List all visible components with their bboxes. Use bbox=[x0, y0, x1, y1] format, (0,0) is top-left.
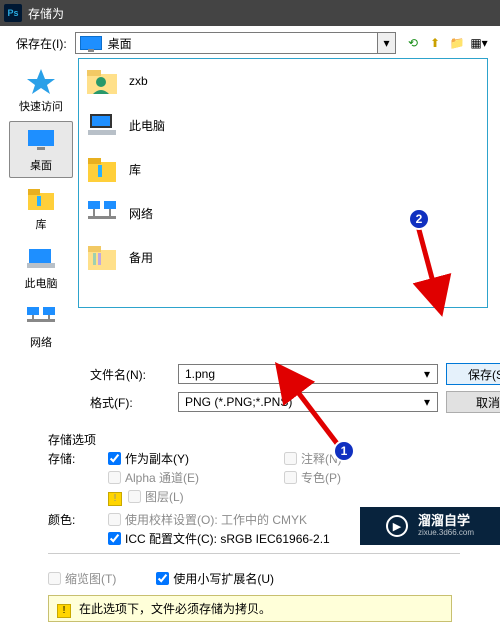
place-label: 库 bbox=[36, 216, 47, 232]
watermark: ▶ 溜溜自学 zixue.3d66.com bbox=[360, 507, 500, 545]
warning-icon: ! bbox=[57, 604, 71, 618]
location-value: 桌面 bbox=[108, 35, 132, 52]
place-this-pc[interactable]: 此电脑 bbox=[9, 239, 73, 296]
star-icon bbox=[25, 67, 57, 95]
list-item[interactable]: 库 bbox=[79, 147, 487, 191]
nav-toolbar: ⟲ ⬆ 📁 ▦▾ bbox=[404, 34, 488, 52]
chevron-down-icon[interactable]: ▾ bbox=[377, 33, 395, 53]
library-icon bbox=[25, 185, 57, 213]
item-label: 此电脑 bbox=[129, 117, 165, 134]
chevron-down-icon[interactable]: ▾ bbox=[419, 395, 435, 409]
location-combo[interactable]: 桌面 ▾ bbox=[75, 32, 396, 54]
layers-checkbox: ! 图层(L) bbox=[108, 488, 284, 505]
chevron-down-icon[interactable]: ▾ bbox=[419, 367, 435, 381]
item-label: zxb bbox=[129, 74, 148, 88]
list-item[interactable]: 此电脑 bbox=[79, 103, 487, 147]
this-pc-icon bbox=[85, 108, 119, 142]
location-label: 保存在(I): bbox=[16, 35, 67, 52]
pc-icon bbox=[25, 244, 57, 272]
divider bbox=[48, 553, 460, 554]
spot-checkbox: 专色(P) bbox=[284, 469, 460, 486]
watermark-url: zixue.3d66.com bbox=[418, 529, 474, 538]
misc-options: 缩览图(T) 使用小写扩展名(U) bbox=[0, 570, 500, 587]
place-label: 快速访问 bbox=[19, 98, 63, 114]
filename-value: 1.png bbox=[185, 367, 215, 381]
view-menu-icon[interactable]: ▦▾ bbox=[470, 34, 488, 52]
filename-input[interactable]: 1.png ▾ bbox=[178, 364, 438, 384]
cancel-button[interactable]: 取消 bbox=[446, 391, 500, 413]
file-list[interactable]: zxb 此电脑 库 网络 备用 bbox=[78, 58, 488, 308]
as-copy-checkbox[interactable]: 作为副本(Y) bbox=[108, 450, 284, 467]
thumbnail-label: 缩览图(T) bbox=[65, 570, 116, 587]
watermark-brand: 溜溜自学 bbox=[418, 514, 474, 528]
network-icon bbox=[25, 303, 57, 331]
options-heading: 存储选项 bbox=[48, 431, 460, 448]
app-icon: Ps bbox=[4, 4, 22, 22]
play-icon: ▶ bbox=[386, 515, 408, 537]
item-label: 备用 bbox=[129, 249, 153, 266]
titlebar: Ps 存储为 bbox=[0, 0, 500, 26]
place-label: 桌面 bbox=[30, 157, 52, 173]
back-icon[interactable]: ⟲ bbox=[404, 34, 422, 52]
save-button[interactable]: 保存(S) bbox=[446, 363, 500, 385]
file-fields: 文件名(N): 1.png ▾ 保存(S) 格式(F): PNG (*.PNG;… bbox=[0, 355, 500, 421]
monitor-icon bbox=[25, 126, 57, 154]
list-item[interactable]: 备用 bbox=[79, 235, 487, 279]
item-label: 网络 bbox=[129, 205, 153, 222]
warning-icon: ! bbox=[108, 492, 122, 506]
thumbnail-checkbox: 缩览图(T) bbox=[48, 570, 116, 587]
places-bar: 快速访问 桌面 库 此电脑 网络 bbox=[4, 58, 78, 355]
place-libraries[interactable]: 库 bbox=[9, 180, 73, 237]
place-label: 此电脑 bbox=[25, 275, 58, 291]
notes-checkbox: 注释(N) bbox=[284, 450, 460, 467]
location-row: 保存在(I): 桌面 ▾ ⟲ ⬆ 📁 ▦▾ bbox=[0, 26, 500, 58]
annotation-badge-1: 1 bbox=[333, 440, 355, 462]
place-network[interactable]: 网络 bbox=[9, 298, 73, 355]
copy-required-notice: ! 在此选项下，文件必须存储为拷贝。 bbox=[48, 595, 452, 622]
spot-label: 专色(P) bbox=[301, 469, 341, 486]
icc-label: ICC 配置文件(C): sRGB IEC61966-2.1 bbox=[125, 530, 330, 547]
library-folder-icon bbox=[85, 152, 119, 186]
lowercase-ext-checkbox[interactable]: 使用小写扩展名(U) bbox=[156, 570, 274, 587]
place-label: 网络 bbox=[30, 334, 52, 350]
place-desktop[interactable]: 桌面 bbox=[9, 121, 73, 178]
browser-area: 快速访问 桌面 库 此电脑 网络 zxb 此电脑 库 bbox=[0, 58, 500, 355]
proof-label: 使用校样设置(O): 工作中的 CMYK bbox=[125, 511, 307, 528]
user-folder-icon bbox=[85, 64, 119, 98]
new-folder-icon[interactable]: 📁 bbox=[448, 34, 466, 52]
notice-text: 在此选项下，文件必须存储为拷贝。 bbox=[79, 600, 271, 617]
place-quick-access[interactable]: 快速访问 bbox=[9, 62, 73, 119]
format-label: 格式(F): bbox=[90, 394, 170, 411]
alpha-checkbox: Alpha 通道(E) bbox=[108, 469, 284, 486]
color-heading: 颜色: bbox=[48, 511, 108, 528]
item-label: 库 bbox=[129, 161, 141, 178]
lowercase-ext-label: 使用小写扩展名(U) bbox=[173, 570, 274, 587]
folder-icon bbox=[85, 240, 119, 274]
window-title: 存储为 bbox=[28, 5, 64, 22]
format-select[interactable]: PNG (*.PNG;*.PNS) ▾ bbox=[178, 392, 438, 412]
as-copy-label: 作为副本(Y) bbox=[125, 450, 189, 467]
layers-label: 图层(L) bbox=[145, 488, 184, 505]
annotation-badge-2: 2 bbox=[408, 208, 430, 230]
up-icon[interactable]: ⬆ bbox=[426, 34, 444, 52]
alpha-label: Alpha 通道(E) bbox=[125, 469, 199, 486]
filename-label: 文件名(N): bbox=[90, 366, 170, 383]
format-value: PNG (*.PNG;*.PNS) bbox=[185, 395, 292, 409]
monitor-icon bbox=[80, 36, 102, 50]
list-item[interactable]: zxb bbox=[79, 59, 487, 103]
store-label: 存储: bbox=[48, 450, 108, 467]
network-icon bbox=[85, 196, 119, 230]
